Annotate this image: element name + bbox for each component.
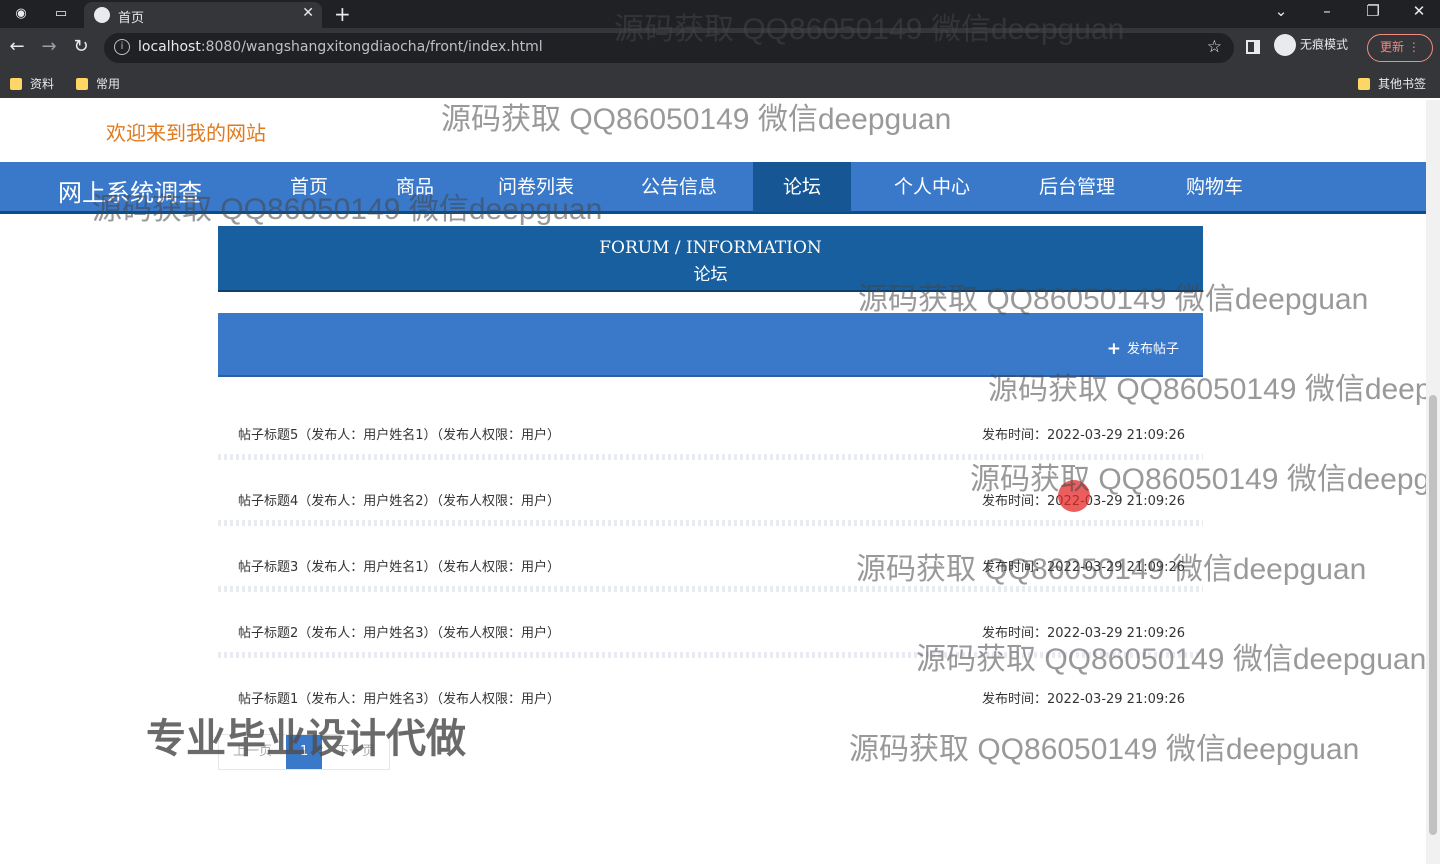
- watermark: 源码获取 QQ86050149 微信deepguan: [858, 283, 1369, 316]
- tab-favicon-icon: [94, 7, 110, 23]
- bookmark-folder-1[interactable]: 常用: [76, 75, 120, 92]
- nav-item-forum[interactable]: 论坛: [753, 162, 852, 212]
- incognito-indicator[interactable]: 无痕模式: [1274, 34, 1348, 56]
- plus-icon: +: [1106, 339, 1121, 359]
- watermark-big: 专业毕业设计代做: [146, 716, 466, 762]
- incognito-label: 无痕模式: [1300, 37, 1349, 52]
- close-tab-icon[interactable]: ✕: [302, 5, 314, 21]
- post-title[interactable]: 帖子标题1（发布人：用户姓名3）（发布人权限：用户）: [238, 688, 560, 707]
- other-bookmarks-label: 其他书签: [1378, 77, 1427, 91]
- bookmark-label: 常用: [96, 77, 121, 91]
- update-button[interactable]: 更新 ⋮: [1367, 34, 1433, 62]
- page-scrollbar[interactable]: [1426, 100, 1440, 864]
- watermark: 源码获取 QQ86050149 微信deepguan: [988, 373, 1426, 406]
- post-time: 发布时间：2022-03-29 21:09:26: [982, 692, 1186, 707]
- close-window-icon[interactable]: ✕: [1404, 2, 1434, 20]
- post-time: 发布时间：2022-03-29 21:09:26: [982, 428, 1186, 443]
- watermark: 源码获取 QQ86050149 微信deepguan: [92, 193, 603, 226]
- url-text[interactable]: localhost:8080/wangshangxitongdiaocha/fr…: [138, 39, 543, 55]
- nav-item-admin[interactable]: 后台管理: [1009, 162, 1145, 212]
- watermark: 源码获取 QQ86050149 微信deepguan: [916, 643, 1426, 676]
- post-title[interactable]: 帖子标题3（发布人：用户姓名1）（发布人权限：用户）: [238, 556, 560, 575]
- publish-post-label: 发布帖子: [1126, 342, 1179, 357]
- tab-title: 首页: [118, 11, 145, 26]
- new-tab-icon[interactable]: +: [334, 2, 351, 26]
- nav-item-cart[interactable]: 购物车: [1156, 162, 1273, 212]
- watermark: 源码获取 QQ86050149 微信deepguan: [441, 103, 952, 136]
- restore-icon[interactable]: ❐: [1358, 2, 1388, 20]
- incognito-icon: [1274, 34, 1296, 56]
- post-title[interactable]: 帖子标题2（发布人：用户姓名3）（发布人权限：用户）: [238, 622, 560, 641]
- post-title[interactable]: 帖子标题5（发布人：用户姓名1）（发布人权限：用户）: [238, 424, 560, 443]
- update-label: 更新: [1380, 40, 1405, 54]
- scrollbar-thumb[interactable]: [1429, 395, 1437, 835]
- tab-overview-icon[interactable]: ▭: [50, 4, 72, 24]
- watermark: 源码获取 QQ86050149 微信deepguan: [856, 553, 1367, 586]
- chevron-down-icon[interactable]: ⌄: [1266, 2, 1296, 20]
- side-panel-icon[interactable]: [1246, 40, 1260, 54]
- back-icon[interactable]: ←: [6, 36, 28, 57]
- globe-icon[interactable]: ◉: [10, 4, 32, 24]
- other-bookmarks[interactable]: 其他书签: [1358, 75, 1426, 92]
- folder-icon: [10, 78, 22, 90]
- minimize-icon[interactable]: –: [1312, 2, 1342, 20]
- welcome-text: 欢迎来到我的网站: [106, 121, 266, 145]
- bookmark-star-icon[interactable]: ☆: [1207, 37, 1222, 57]
- folder-icon: [76, 78, 88, 90]
- site-info-icon[interactable]: i: [114, 39, 130, 55]
- browser-tab-home[interactable]: 首页 ✕: [84, 2, 322, 28]
- publish-post-button[interactable]: + 发布帖子: [1107, 338, 1179, 359]
- url-host: localhost: [138, 39, 201, 55]
- watermark: 源码获取 QQ86050149 微信deepguan: [614, 13, 1125, 46]
- forum-heading-en: FORUM / INFORMATION: [599, 238, 822, 258]
- watermark: 源码获取 QQ86050149 微信deepguan: [849, 733, 1360, 766]
- bookmark-folder-0[interactable]: 资料: [10, 75, 54, 92]
- folder-icon: [1358, 78, 1370, 90]
- bookmark-label: 资料: [30, 77, 55, 91]
- row-divider: [218, 520, 1203, 526]
- watermark: 源码获取 QQ86050149 微信deepguan: [970, 463, 1426, 496]
- forward-icon[interactable]: →: [38, 36, 60, 57]
- nav-item-profile[interactable]: 个人中心: [864, 162, 1000, 212]
- url-path: :8080/wangshangxitongdiaocha/front/index…: [200, 39, 543, 55]
- nav-item-notice[interactable]: 公告信息: [611, 162, 747, 212]
- reload-icon[interactable]: ↻: [70, 36, 92, 57]
- post-title[interactable]: 帖子标题4（发布人：用户姓名2）（发布人权限：用户）: [238, 490, 560, 509]
